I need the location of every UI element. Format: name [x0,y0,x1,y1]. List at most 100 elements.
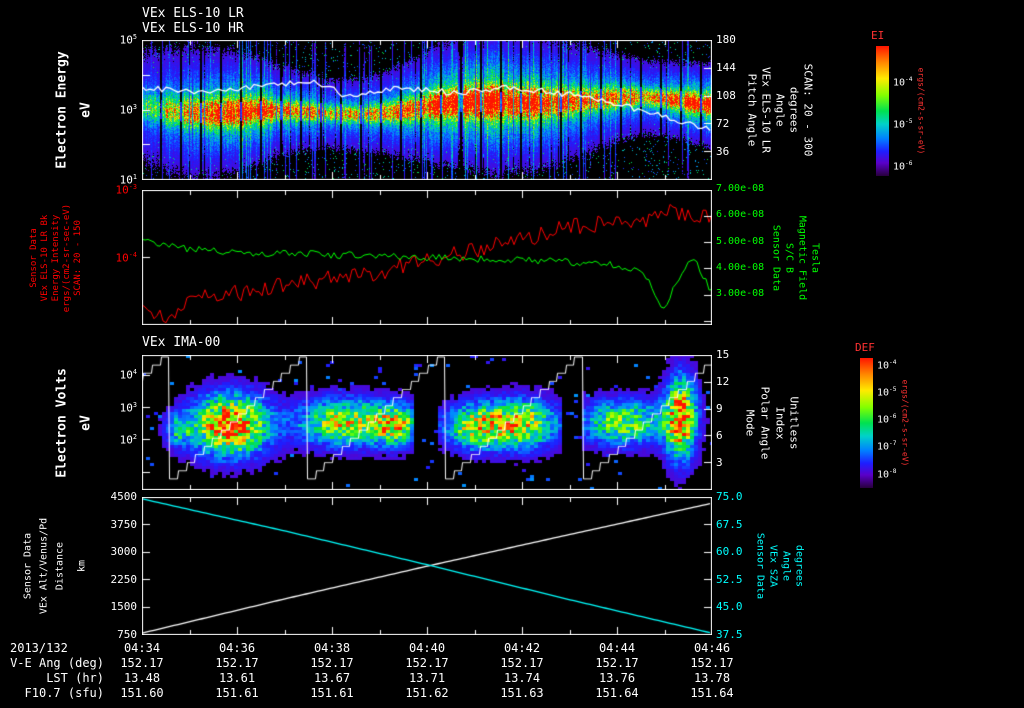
y-tick-label-right: 108 [716,89,736,102]
footer-value: 152.17 [405,656,449,670]
y-tick-label-right: 144 [716,61,736,74]
colorbar-gradient [860,358,873,488]
axis-label-rotated: Unitless [787,396,801,450]
axis-label-rotated: eV [78,102,94,118]
footer-row-label: V-E Ang (deg) [10,656,104,670]
y-tick-label-right: 7.00e-08 [716,183,765,194]
axis-label-rotated: degrees [793,544,805,588]
footer-value: 152.17 [310,656,354,670]
footer-value: 13.61 [218,671,256,685]
y-tick-label-right: 9 [716,402,723,415]
axis-label-rotated: Angle [780,550,792,582]
y-tick-label-left: 3000 [110,545,138,559]
axis-label-rotated: VEx Alt/Venus/Pd [38,517,50,615]
footer-value: 13.71 [408,671,446,685]
axis-label-rotated: Electron Energy [54,51,70,169]
footer-value: 13.48 [123,671,161,685]
colorbar-tick-label: 10-6 [877,413,897,426]
axis-label-rotated: Sensor Data [29,228,39,288]
colorbar-tick-label: 10-7 [877,440,897,453]
axis-label-rotated: Distance [54,541,66,591]
axis-label-rotated: S/C B [783,242,795,274]
panel-title-els-lr: VEx ELS-10 LR [142,6,244,21]
y-tick-label-left: 4500 [110,490,138,503]
footer-value: 152.17 [595,656,639,670]
footer-value: 152.17 [500,656,544,670]
axis-label-rotated: Energy Intensity [51,214,61,302]
axis-label-rotated: SCAN: 20 - 300 [801,63,815,157]
footer-value: 151.64 [595,686,639,700]
axis-label-rotated: Sensor Data [770,224,782,292]
axis-label-rotated: degrees [787,86,801,134]
y-tick-label-right: 4.00e-08 [716,261,765,273]
ima-spectrogram-canvas [142,355,712,490]
y-tick-label-left: 105 [119,33,137,47]
time-tick-label: 04:36 [218,641,256,655]
y-tick-label-left: 750 [117,628,137,641]
time-tick-label: 04:34 [123,641,161,655]
footer-value: 13.76 [598,671,636,685]
y-tick-label-right: 67.5 [716,517,743,531]
axis-label-rotated: Electron Volts [54,368,70,478]
axis-label-rotated: Mode [743,409,757,437]
y-tick-label-right: 72 [716,117,730,130]
axis-label-rotated: Sensor Data [754,532,766,600]
axis-label-rotated: eV [78,415,94,431]
y-tick-label-right: 60.0 [716,545,743,559]
y-tick-label-right: 15 [716,348,730,361]
axis-label-rotated: ergs/(cm2-sr-sec-eV) [62,203,72,313]
y-tick-label-right: 3.00e-08 [716,288,765,300]
els-spectrogram-canvas [142,40,712,180]
y-tick-label-right: 3 [716,456,723,469]
axis-label-rotated: Polar Angle [758,386,772,460]
y-tick-label-right: 45.0 [716,600,743,614]
vex-quicklook-plot-window: VEx ELS-10 LR VEx ELS-10 HR VEx IMA-00 2… [0,0,1024,708]
colorbar-tick-label: 10-5 [877,385,897,399]
panel-title-els-hr: VEx ELS-10 HR [142,21,244,36]
axis-label-rotated: Magnetic Field [796,215,808,301]
colorbar-tick-label: 10-6 [893,159,913,172]
panel-title-ima: VEx IMA-00 [142,335,221,350]
footer-row-label: F10.7 (sfu) [24,686,104,700]
time-tick-label: 04:40 [408,641,446,655]
axis-label-rotated: Sensor Data [22,532,34,600]
footer-value: 151.63 [500,686,544,700]
axis-label-rotated: SCAN: 20 - 150 [73,220,83,296]
date-label: 2013/132 [10,641,68,655]
axis-label-rotated: Pitch Angle [745,73,759,147]
colorbar-title: DEF [855,341,875,354]
y-tick-label-right: 6.00e-08 [716,209,765,221]
colorbar-tick-label: 10-4 [877,358,897,371]
time-tick-label: 04:44 [598,641,636,655]
footer-value: 151.61 [310,686,354,700]
bfield-line-canvas [142,190,712,325]
footer-value: 151.61 [215,686,259,700]
colorbar-unit-label: ergs/(cm2-s-sr-eV) [916,67,926,155]
time-tick-label: 04:42 [503,641,541,655]
footer-value: 13.74 [503,671,541,685]
footer-value: 151.60 [120,686,164,700]
colorbar-unit-label: ergs/(cm2-s-sr-eV) [900,379,910,467]
ephemeris-line-canvas [142,497,712,635]
colorbar-gradient [876,46,889,176]
footer-value: 151.62 [405,686,449,700]
axis-label-rotated: VEx ELS-10 LR [759,66,773,154]
footer-value: 13.67 [313,671,351,685]
footer-value: 13.78 [693,671,731,685]
y-tick-label-left: 3750 [110,517,138,531]
axis-label-rotated: Index [773,406,787,440]
footer-value: 152.17 [120,656,164,670]
y-tick-label-right: 6 [716,429,723,442]
y-tick-label-right: 37.5 [716,628,743,641]
y-tick-label-left: 2250 [110,572,138,586]
footer-value: 152.17 [215,656,259,670]
footer-row-label: LST (hr) [46,671,104,685]
time-tick-label: 04:38 [313,641,351,655]
y-tick-label-right: 36 [716,145,730,158]
time-tick-label: 04:46 [693,641,731,655]
colorbar-tick-label: 10-4 [893,76,913,89]
y-tick-label-right: 180 [716,33,736,46]
footer-value: 151.64 [690,686,734,700]
axis-label-rotated: VEx ELS-10 LR Bk [40,214,50,302]
y-tick-label-right: 5.00e-08 [716,235,765,247]
